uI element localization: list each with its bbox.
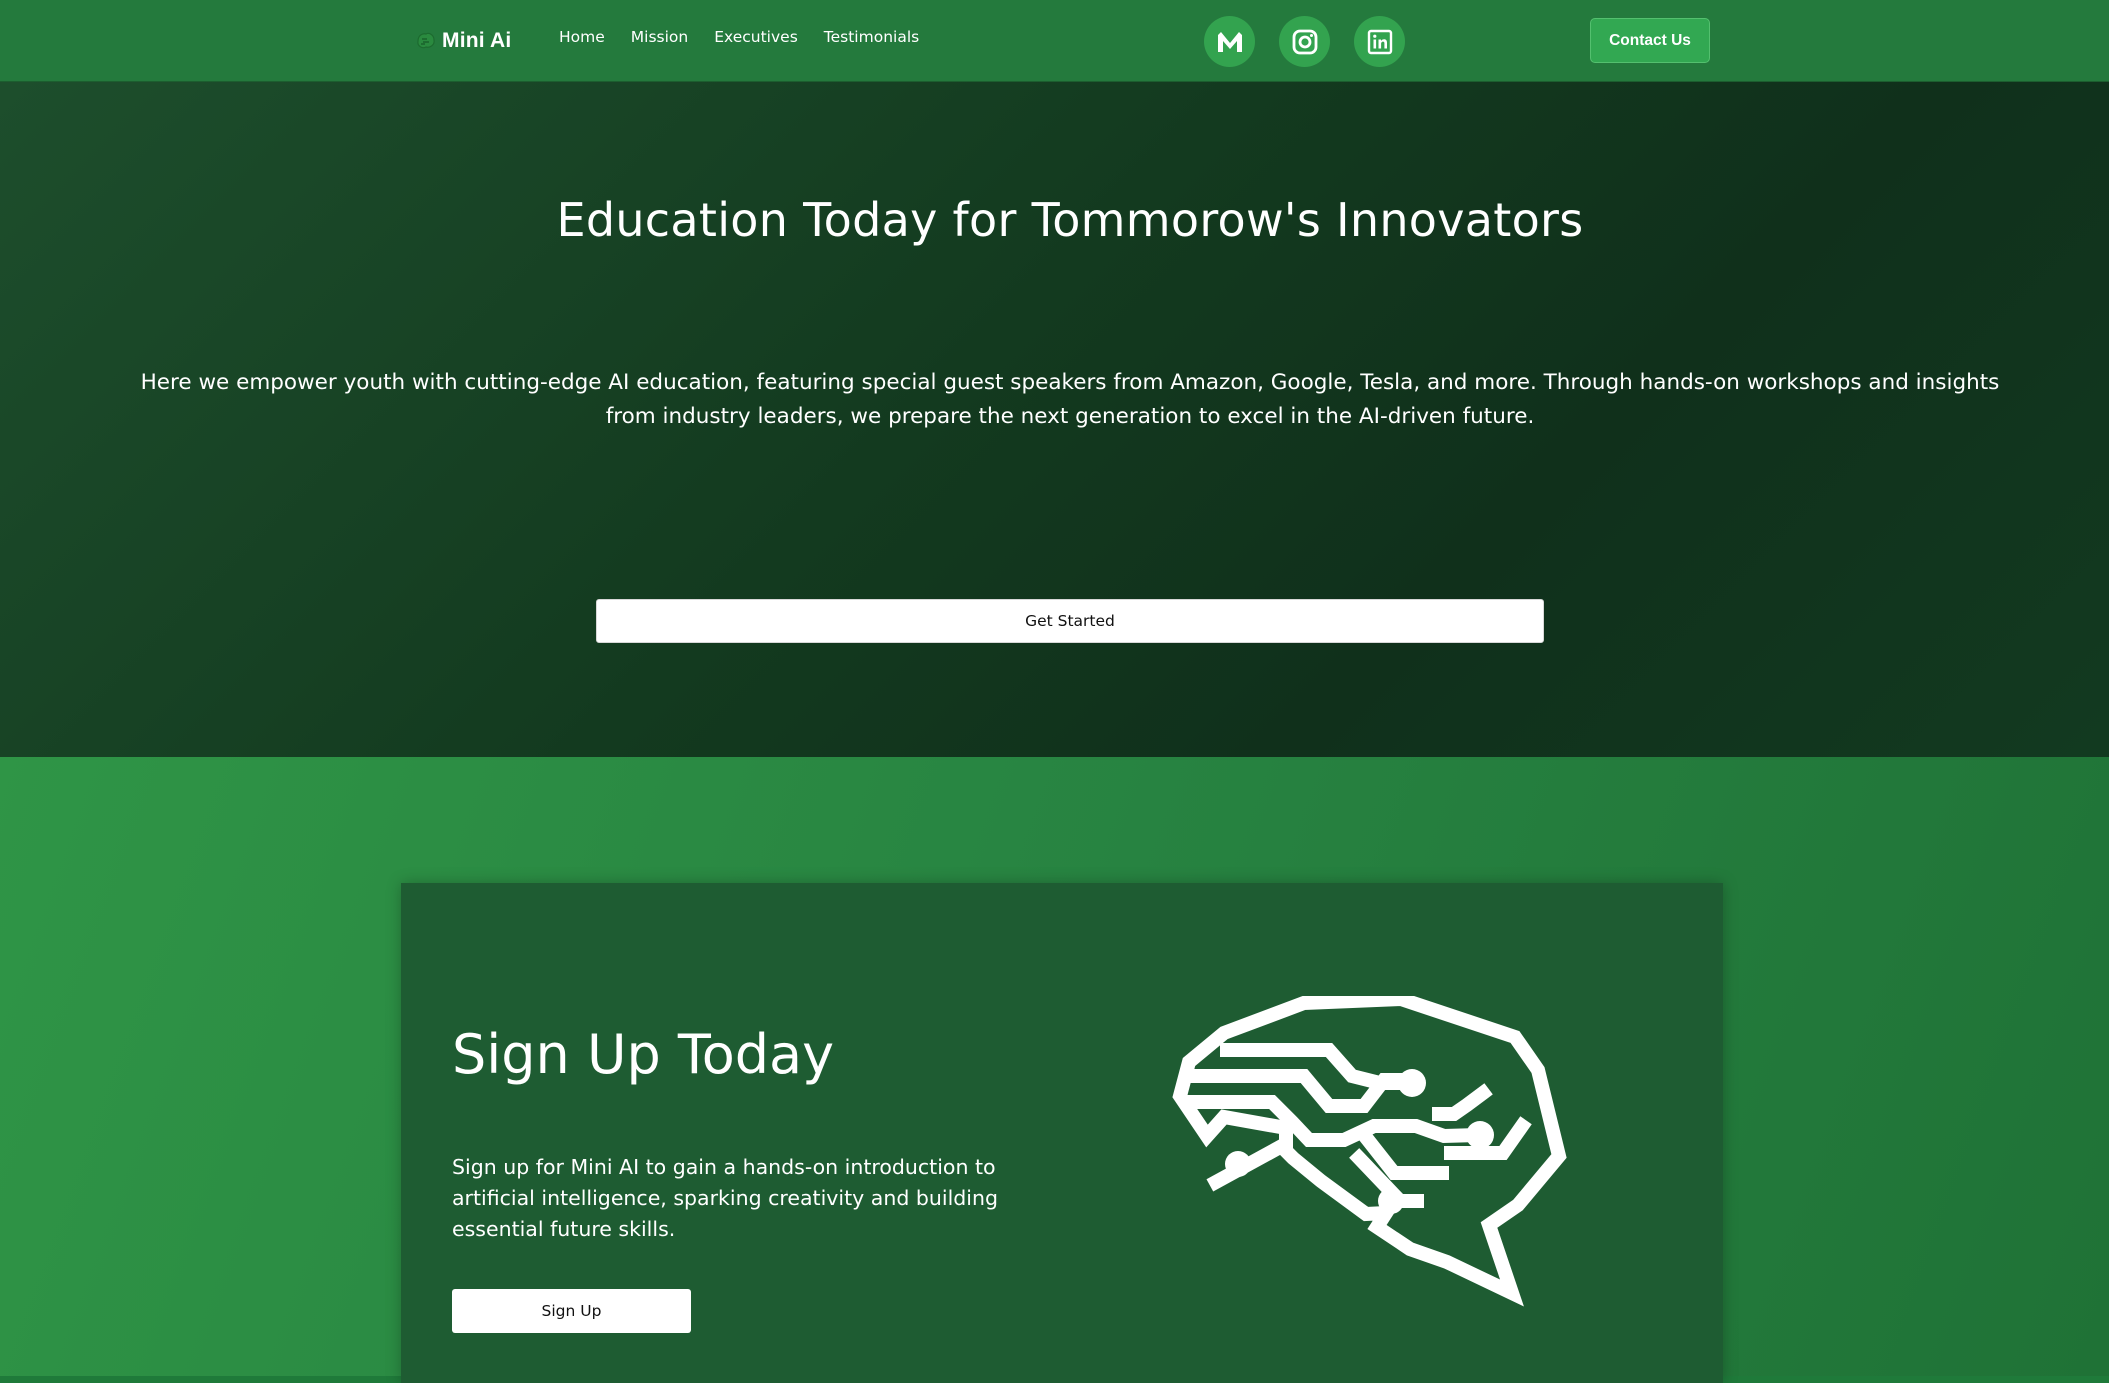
instagram-link[interactable] (1279, 16, 1330, 67)
nav-link-testimonials[interactable]: Testimonials (824, 28, 919, 46)
signup-section: Sign Up Today Sign up for Mini AI to gai… (0, 757, 2109, 1383)
brand-logo[interactable]: Mini Ai (414, 26, 511, 56)
get-started-button[interactable]: Get Started (596, 599, 1544, 643)
social-links (1204, 16, 1405, 67)
linkedin-icon (1367, 29, 1392, 54)
linkedin-link[interactable] (1354, 16, 1405, 67)
nav-link-executives[interactable]: Executives (714, 28, 798, 46)
hero-description: Here we empower youth with cutting-edge … (140, 370, 2000, 429)
nav-link-home[interactable]: Home (559, 28, 605, 46)
hero-title: Education Today for Tommorow's Innovator… (556, 193, 1584, 247)
signup-description: Sign up for Mini AI to gain a hands-on i… (452, 1155, 998, 1241)
sign-up-button[interactable]: Sign Up (452, 1289, 691, 1333)
brain-circuit-icon (1172, 996, 1567, 1307)
brand-name: Mini Ai (442, 29, 512, 52)
signup-card: Sign Up Today Sign up for Mini AI to gai… (401, 883, 1723, 1383)
brain-logo-icon (417, 32, 435, 49)
top-navbar: Mini Ai Home Mission Executives Testimon… (0, 0, 2109, 82)
medium-icon (1217, 31, 1242, 52)
main-nav: Home Mission Executives Testimonials (559, 28, 919, 46)
nav-link-mission[interactable]: Mission (631, 28, 688, 46)
hero-section: Education Today for Tommorow's Innovator… (0, 82, 2109, 757)
signup-title: Sign Up Today (452, 1023, 835, 1086)
instagram-icon (1292, 29, 1317, 54)
medium-link[interactable] (1204, 16, 1255, 67)
contact-us-button[interactable]: Contact Us (1590, 18, 1710, 63)
